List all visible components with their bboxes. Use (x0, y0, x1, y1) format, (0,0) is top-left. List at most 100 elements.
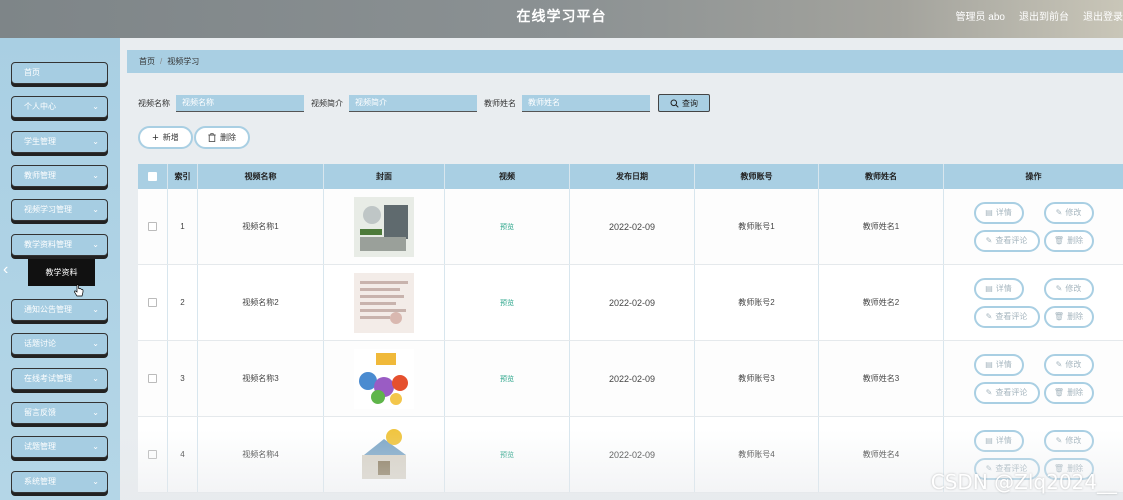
row-video-cell: 预览 (445, 189, 570, 264)
chevron-down-icon: ⌄ (92, 374, 99, 383)
edit-button[interactable]: ✎ 修改 (1043, 353, 1094, 376)
row-publish-date: 2022-02-09 (570, 265, 695, 340)
cover-thumbnail (354, 272, 414, 333)
submenu-popup-item[interactable]: 教学资料 (28, 259, 95, 286)
row-select-cell (138, 341, 168, 416)
chevron-down-icon: ⌄ (92, 240, 99, 249)
edit-label: 修改 (1065, 360, 1082, 369)
row-delete-button[interactable]: 🗑 删除 (1043, 229, 1094, 252)
document-icon: ▤ (985, 208, 993, 217)
row-delete-button[interactable]: 🗑 删除 (1043, 381, 1094, 404)
edit-label: 修改 (1065, 208, 1082, 217)
sidebar-item[interactable]: 在线考试管理 ⌄ (11, 368, 108, 390)
detail-label: 详情 (995, 284, 1012, 293)
row-checkbox[interactable] (148, 222, 157, 231)
video-table: 索引 视频名称 封面 视频 发布日期 教师账号 教师姓名 操作 1 视频名称1 预览… (138, 164, 1123, 493)
add-button[interactable]: + 新增 (138, 126, 193, 149)
row-index: 2 (168, 265, 198, 340)
query-label: 查询 (682, 98, 698, 108)
sidebar-item[interactable]: 通知公告管理 ⌄ (11, 299, 108, 321)
row-checkbox[interactable] (148, 298, 157, 307)
sidebar-item-label: 个人中心 (24, 102, 56, 111)
sidebar-item[interactable]: 视频学习管理 ⌄ (11, 199, 108, 221)
trash-icon: 🗑 (1053, 236, 1065, 245)
detail-button[interactable]: ▤ 详情 (973, 277, 1024, 300)
detail-label: 详情 (995, 360, 1012, 369)
query-button[interactable]: 查询 (658, 94, 710, 112)
sidebar-item-label: 视频学习管理 (24, 205, 72, 214)
logout-link[interactable]: 退出登录 (1083, 8, 1123, 23)
view-comments-button[interactable]: ✎ 查看评论 (973, 305, 1040, 328)
row-checkbox[interactable] (148, 374, 157, 383)
back-to-frontend-link[interactable]: 退出到前台 (1019, 8, 1069, 23)
chevron-down-icon: ⌄ (92, 305, 99, 314)
row-teacher-account: 教师账号3 (695, 341, 819, 416)
plus-icon: + (152, 131, 159, 144)
header-cover: 封面 (324, 164, 445, 189)
row-video-name: 视频名称1 (198, 189, 324, 264)
row-teacher-account: 教师账号2 (695, 265, 819, 340)
sidebar-item[interactable]: 试题管理 ⌄ (11, 436, 108, 458)
row-cover (324, 189, 445, 264)
breadcrumb-separator: / (160, 57, 163, 66)
edit-button[interactable]: ✎ 修改 (1043, 201, 1094, 224)
detail-button[interactable]: ▤ 详情 (973, 201, 1024, 224)
preview-link[interactable]: 预览 (500, 450, 514, 460)
pencil-icon: ✎ (1055, 208, 1063, 217)
breadcrumb-home[interactable]: 首页 (139, 57, 155, 66)
pencil-icon: ✎ (985, 388, 993, 397)
pencil-icon: ✎ (1055, 360, 1063, 369)
sidebar-item[interactable]: 教师管理 ⌄ (11, 165, 108, 187)
sidebar-item[interactable]: 教学资料管理 ⌄ (11, 234, 108, 256)
row-delete-button[interactable]: 🗑 删除 (1043, 305, 1094, 328)
view-comments-button[interactable]: ✎ 查看评论 (973, 229, 1040, 252)
sidebar-item[interactable]: 系统管理 ⌄ (11, 471, 108, 493)
trash-icon: 🗑 (1053, 312, 1065, 321)
teacher-name-input[interactable] (522, 94, 650, 112)
add-label: 新增 (162, 133, 179, 142)
search-bar: 视频名称 视频简介 教师姓名 查询 (138, 94, 710, 112)
chevron-down-icon: ⌄ (92, 408, 99, 417)
sidebar-item[interactable]: 话题讨论 ⌄ (11, 333, 108, 355)
view-comments-button[interactable]: ✎ 查看评论 (973, 381, 1040, 404)
select-all-cell (138, 164, 168, 189)
row-video-name: 视频名称2 (198, 265, 324, 340)
row-delete-label: 删除 (1067, 312, 1084, 321)
row-teacher-name: 教师姓名1 (819, 189, 944, 264)
row-select-cell (138, 417, 168, 492)
row-teacher-name: 教师姓名3 (819, 341, 944, 416)
chevron-down-icon: ⌄ (92, 442, 99, 451)
select-all-checkbox[interactable] (148, 172, 157, 181)
row-video-cell: 预览 (445, 417, 570, 492)
sidebar-item[interactable]: 个人中心 ⌄ (11, 96, 108, 118)
delete-label: 删除 (220, 133, 236, 142)
detail-button[interactable]: ▤ 详情 (973, 353, 1024, 376)
row-operations: ▤ 详情 ✎ 修改 ✎ 查看评论 🗑 删除 (944, 341, 1123, 416)
video-intro-input[interactable] (349, 94, 477, 112)
cover-thumbnail (354, 424, 414, 485)
sidebar-item[interactable]: 留言反馈 ⌄ (11, 402, 108, 424)
breadcrumb: 首页 / 视频学习 (127, 50, 1123, 73)
sidebar-item[interactable]: 学生管理 ⌄ (11, 131, 108, 153)
document-icon: ▤ (985, 284, 993, 293)
table-body: 1 视频名称1 预览 2022-02-09 教师账号1 教师姓名1 ▤ 详情 ✎ 修改 ✎ 查看评论 🗑… (138, 189, 1123, 493)
pencil-icon: ✎ (985, 236, 993, 245)
chevron-left-icon[interactable]: ‹ (3, 262, 13, 278)
delete-button[interactable]: 删除 (194, 126, 250, 149)
table-header: 索引 视频名称 封面 视频 发布日期 教师账号 教师姓名 操作 (138, 164, 1123, 189)
detail-label: 详情 (995, 436, 1012, 445)
preview-link[interactable]: 预览 (500, 222, 514, 232)
detail-button[interactable]: ▤ 详情 (973, 429, 1024, 452)
sidebar-item[interactable]: 首页 (11, 62, 108, 84)
preview-link[interactable]: 预览 (500, 298, 514, 308)
edit-button[interactable]: ✎ 修改 (1043, 429, 1094, 452)
video-name-input[interactable] (176, 94, 304, 112)
row-video-name: 视频名称4 (198, 417, 324, 492)
preview-link[interactable]: 预览 (500, 374, 514, 384)
row-index: 1 (168, 189, 198, 264)
row-cover (324, 265, 445, 340)
row-checkbox[interactable] (148, 450, 157, 459)
edit-button[interactable]: ✎ 修改 (1043, 277, 1094, 300)
edit-label: 修改 (1065, 436, 1082, 445)
row-cover (324, 417, 445, 492)
